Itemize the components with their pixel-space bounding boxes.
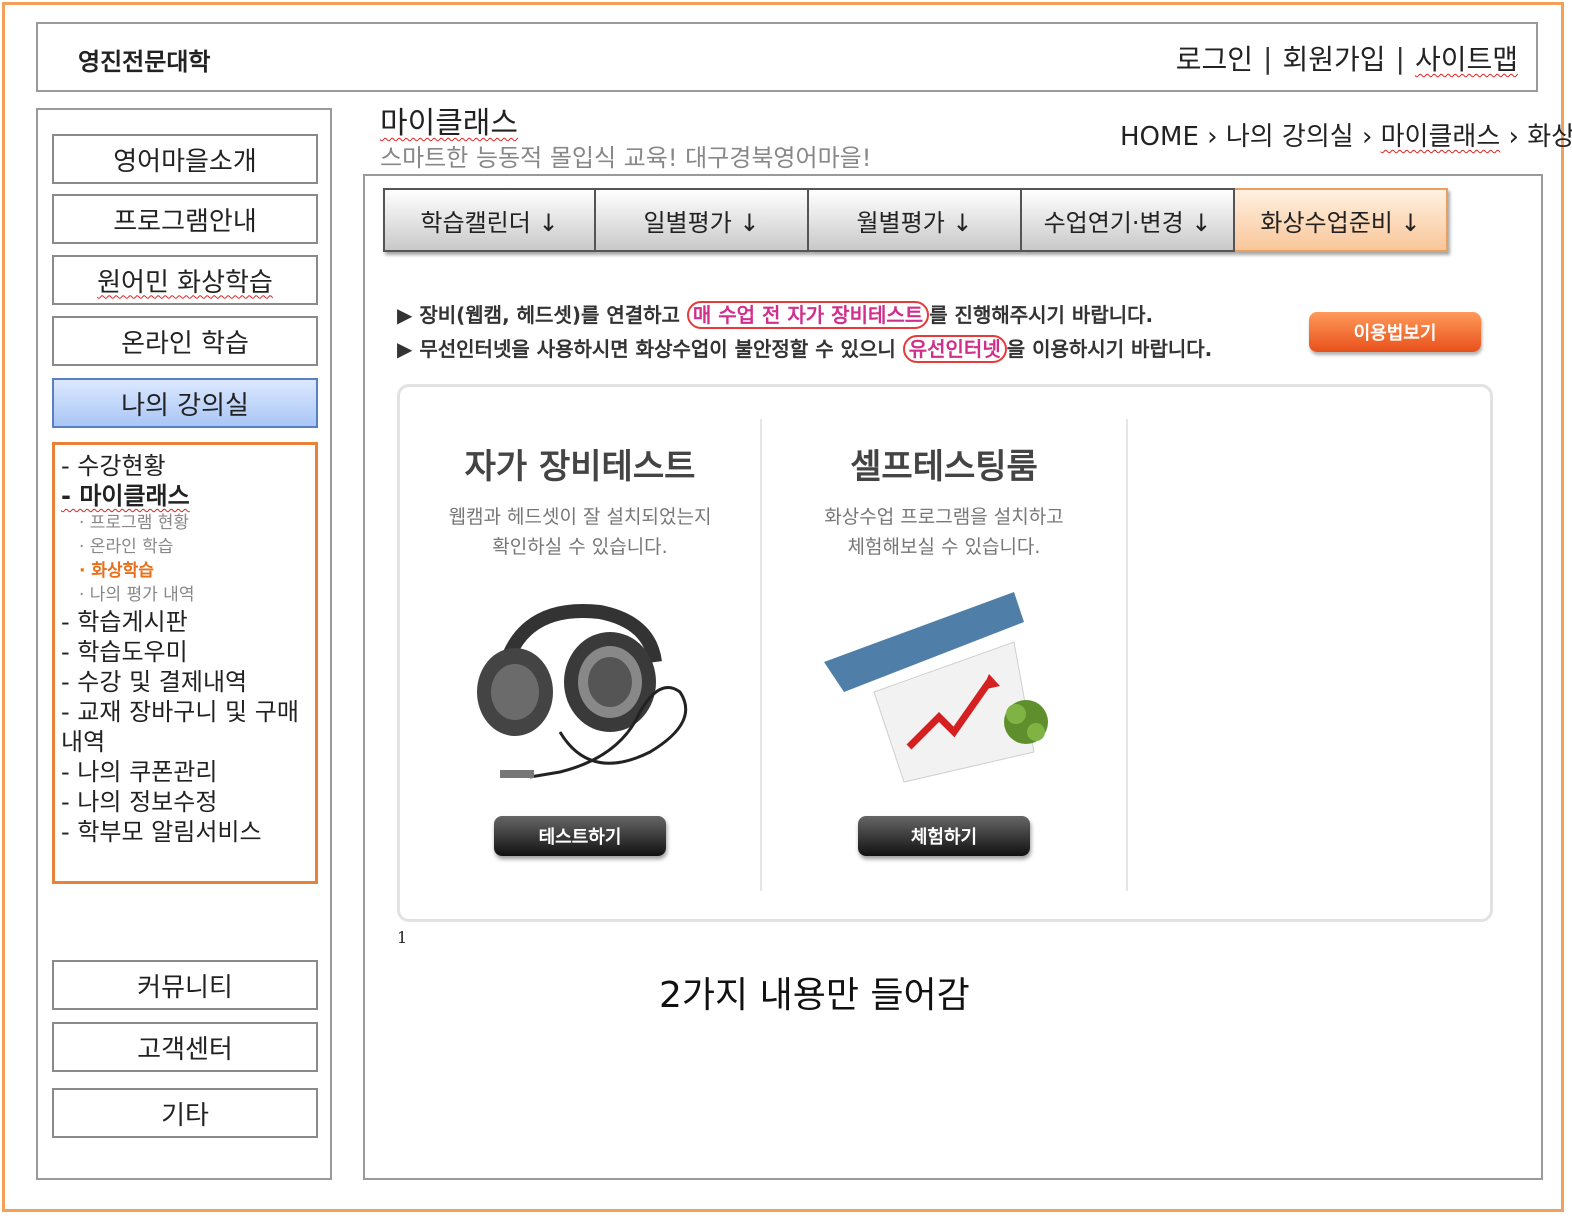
card-title: 자가 장비테스트 [464, 447, 696, 487]
submenu-item-help[interactable]: - 학습도우미 [61, 637, 311, 667]
top-links: 로그인 | 회원가입 | 사이트맵 [1176, 38, 1518, 78]
sidebar-item-customer-center[interactable]: 고객센터 [52, 1022, 318, 1072]
growth-chart-icon [804, 582, 1084, 792]
separator: | [1263, 41, 1273, 75]
separator: | [1395, 41, 1405, 75]
sidebar-item-online-learning[interactable]: 온라인 학습 [52, 316, 318, 366]
submenu-item-myclass[interactable]: - 마이클래스 [61, 481, 311, 511]
tab-daily-eval[interactable]: 일별평가 ↓ [596, 188, 809, 252]
tab-calendar[interactable]: 학습캘린더 ↓ [383, 188, 596, 252]
notice-text: ▶ 장비(웹캠, 헤드셋)를 연결하고 [397, 303, 687, 327]
submenu: - 수강현황 - 마이클래스 · 프로그램 현황 · 온라인 학습 · 화상학습… [52, 442, 318, 884]
main-content: 학습캘린더 ↓ 일별평가 ↓ 월별평가 ↓ 수업연기·변경 ↓ 화상수업준비 ↓… [363, 174, 1543, 1180]
chevron-right-icon: › [1207, 122, 1218, 152]
card-self-test: 자가 장비테스트 웹캠과 헤드셋이 잘 설치되었는지 확인하실 수 있습니다. … [410, 439, 750, 856]
submenu-item-parent-alerts[interactable]: - 학부모 알림서비스 [61, 817, 311, 847]
submenu-item-coupons[interactable]: - 나의 쿠폰관리 [61, 757, 311, 787]
sidebar-item-video-learning[interactable]: 원어민 화상학습 [52, 255, 318, 305]
login-link[interactable]: 로그인 [1176, 38, 1253, 78]
join-link[interactable]: 회원가입 [1282, 38, 1385, 78]
tab-postpone[interactable]: 수업연기·변경 ↓ [1022, 188, 1235, 252]
notice: ▶ 장비(웹캠, 헤드셋)를 연결하고 매 수업 전 자가 장비테스트 를 진행해… [397, 298, 1212, 366]
sidebar-item-etc[interactable]: 기타 [52, 1088, 318, 1138]
breadcrumb-classroom[interactable]: 나의 강의실 [1226, 122, 1354, 152]
breadcrumb: HOME › 나의 강의실 › 마이클래스 › 화상 [1120, 116, 1572, 153]
submenu-sub-my-evaluations[interactable]: · 나의 평가 내역 [61, 583, 311, 607]
tab-monthly-eval[interactable]: 월별평가 ↓ [809, 188, 1022, 252]
sidebar-item-english-village[interactable]: 영어마을소개 [52, 134, 318, 184]
page-subtitle: 스마트한 능동적 몰입식 교육! 대구경북영어마을! [380, 144, 872, 172]
notice-line-1: ▶ 장비(웹캠, 헤드셋)를 연결하고 매 수업 전 자가 장비테스트 를 진행해… [397, 298, 1212, 332]
sidebar-item-community[interactable]: 커뮤니티 [52, 960, 318, 1010]
submenu-sub-program-status[interactable]: · 프로그램 현황 [61, 511, 311, 535]
submenu-item-board[interactable]: - 학습게시판 [61, 607, 311, 637]
sitemap-link[interactable]: 사이트맵 [1415, 38, 1518, 78]
experience-button[interactable]: 체험하기 [858, 816, 1030, 856]
divider [760, 419, 762, 891]
sidebar-item-programs[interactable]: 프로그램안내 [52, 194, 318, 244]
tab-bar: 학습캘린더 ↓ 일별평가 ↓ 월별평가 ↓ 수업연기·변경 ↓ 화상수업준비 ↓ [383, 188, 1448, 252]
notice-text: ▶ 무선인터넷을 사용하시면 화상수업이 불안정할 수 있으니 [397, 337, 903, 361]
submenu-item-cart[interactable]: - 교재 장바구니 및 구매내역 [61, 697, 311, 757]
card-title: 셀프테스팅룸 [850, 447, 1038, 487]
notice-text: 을 이용하시기 바랍니다. [1006, 337, 1213, 361]
notice-line-2: ▶ 무선인터넷을 사용하시면 화상수업이 불안정할 수 있으니 유선인터넷 을 이… [397, 332, 1212, 366]
breadcrumb-video[interactable]: 화상 [1527, 122, 1572, 152]
submenu-item-label: - 마이클래스 [61, 482, 190, 510]
submenu-item-profile[interactable]: - 나의 정보수정 [61, 787, 311, 817]
test-button[interactable]: 테스트하기 [494, 816, 666, 856]
sidebar-item-my-classroom[interactable]: 나의 강의실 [52, 378, 318, 428]
usage-guide-button[interactable]: 이용법보기 [1309, 312, 1481, 352]
site-title[interactable]: 영진전문대학 [78, 42, 210, 77]
notice-highlight: 유선인터넷 [902, 335, 1007, 363]
chevron-right-icon: › [1361, 122, 1373, 152]
header: 영진전문대학 로그인 | 회원가입 | 사이트맵 [36, 22, 1538, 92]
divider [1126, 419, 1128, 891]
chevron-right-icon: › [1508, 122, 1519, 152]
page-title: 마이클래스 [380, 106, 518, 141]
card-desc: 웹캠과 헤드셋이 잘 설치되었는지 확인하실 수 있습니다. [448, 506, 712, 558]
breadcrumb-home[interactable]: HOME [1120, 122, 1199, 152]
page-number: 1 [397, 928, 408, 947]
submenu-sub-online-learning[interactable]: · 온라인 학습 [61, 535, 311, 559]
test-panel: 자가 장비테스트 웹캠과 헤드셋이 잘 설치되었는지 확인하실 수 있습니다. … [397, 384, 1493, 922]
notice-text: 를 진행해주시기 바랍니다. [929, 303, 1154, 327]
sidebar-item-label: 원어민 화상학습 [97, 267, 273, 298]
tab-video-prep[interactable]: 화상수업준비 ↓ [1235, 188, 1448, 252]
submenu-sub-video-learning[interactable]: · 화상학습 [61, 559, 311, 583]
submenu-item-payments[interactable]: - 수강 및 결제내역 [61, 667, 311, 697]
breadcrumb-myclass[interactable]: 마이클래스 [1381, 122, 1501, 152]
notice-highlight: 매 수업 전 자가 장비테스트 [686, 301, 930, 329]
sidebar: 영어마을소개 프로그램안내 원어민 화상학습 온라인 학습 나의 강의실 - 수… [36, 108, 332, 1180]
headphones-icon [440, 582, 720, 792]
card-self-testing-room: 셀프테스팅룸 화상수업 프로그램을 설치하고 체험해보실 수 있습니다. 체험하… [774, 439, 1114, 856]
submenu-item-enrollment[interactable]: - 수강현황 [61, 451, 311, 481]
memo-note: 2가지 내용만 들어감 [659, 975, 970, 1016]
card-desc: 화상수업 프로그램을 설치하고 체험해보실 수 있습니다. [824, 506, 1064, 558]
